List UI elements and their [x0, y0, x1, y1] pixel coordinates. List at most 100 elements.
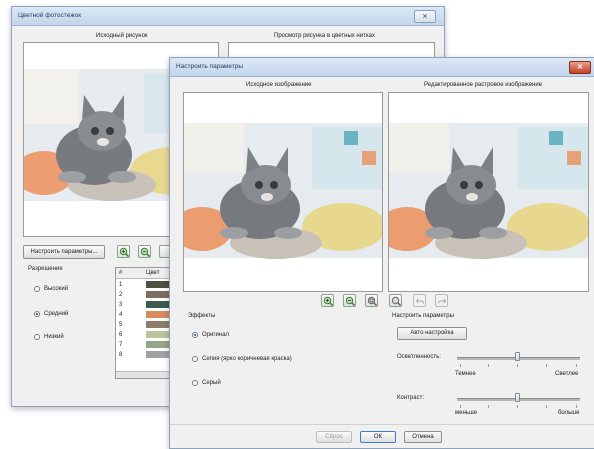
brightness-tick [488, 364, 489, 367]
main-zoom-in-button[interactable] [117, 245, 130, 258]
redo-icon [438, 298, 447, 304]
dialog-title: Настроить параметры [176, 63, 244, 70]
redo-button[interactable] [435, 294, 448, 307]
resolution-low-label: Низкий [44, 334, 64, 340]
effect-radio-sepia[interactable] [192, 356, 198, 362]
dialog-titlebar: Настроить параметры ✕ [170, 58, 594, 77]
resolution-medium-label: Средний [44, 311, 69, 317]
effect-gray-label: Серый [202, 380, 221, 386]
table-scrollbar[interactable] [116, 371, 176, 378]
close-button[interactable]: ⨯ [414, 10, 436, 23]
ok-button-label: ОК [373, 434, 383, 440]
original-image-header: Исходное изображение [246, 82, 312, 88]
cancel-button-label: Отмена [412, 434, 434, 440]
row-number: 1 [119, 282, 123, 288]
window-title: Цветной фотостежок [18, 12, 82, 19]
original-kitten-photo [184, 123, 382, 259]
thread-color-table: # Цвет 1 2 3 4 5 6 7 8 [115, 267, 177, 379]
close-icon: ✕ [577, 64, 583, 71]
row-number: 8 [119, 352, 123, 358]
table-row[interactable]: 3 [116, 300, 176, 310]
table-row[interactable]: 6 [116, 330, 176, 340]
contrast-tick [517, 405, 518, 408]
table-row[interactable]: 7 [116, 340, 176, 350]
contrast-tick [460, 405, 461, 408]
brightness-label: Осветленность: [397, 354, 441, 360]
thread-swatch [146, 301, 170, 308]
edited-image-panel [388, 92, 589, 292]
contrast-max-label: больше [558, 410, 580, 416]
close-icon: ⨯ [422, 13, 428, 20]
row-number: 7 [119, 342, 123, 348]
resolution-high-label: Высокий [44, 286, 69, 292]
thread-swatch [146, 291, 170, 298]
thread-swatch [146, 341, 170, 348]
table-row[interactable]: 8 [116, 350, 176, 360]
zoom-out-icon [140, 247, 150, 257]
zoom-fit-icon [367, 296, 377, 306]
cancel-button[interactable]: Отмена [404, 431, 442, 443]
row-number: 5 [119, 322, 123, 328]
contrast-label: Контраст: [397, 395, 424, 401]
edited-image-header: Редактированное растровое изображение [424, 82, 543, 88]
reset-button[interactable]: Сброс [316, 431, 352, 443]
table-row[interactable]: 4 [116, 310, 176, 320]
auto-adjust-button-label: Авто настройка [410, 330, 454, 336]
dialog-close-button[interactable]: ✕ [569, 61, 591, 74]
zoom-out-icon [345, 296, 355, 306]
contrast-tick [546, 405, 547, 408]
column-header-color: Цвет [146, 270, 160, 276]
reset-button-label: Сброс [325, 434, 343, 440]
zoom-actual-icon [391, 296, 401, 306]
row-number: 2 [119, 292, 123, 298]
zoom-actual-button[interactable] [389, 294, 402, 307]
photostitch-titlebar: Цветной фотостежок ⨯ [12, 7, 444, 26]
zoom-fit-button[interactable] [365, 294, 378, 307]
thread-swatch [146, 331, 170, 338]
thread-swatch [146, 311, 170, 318]
thread-swatch [146, 351, 170, 358]
brightness-tick [517, 364, 518, 367]
row-number: 6 [119, 332, 123, 338]
thread-preview-header: Просмотр рисунка в цветных нитках [274, 33, 375, 39]
adjust-settings-dialog: Настроить параметры ✕ Исходное изображен… [169, 57, 594, 449]
source-picture-header: Исходный рисунок [96, 33, 148, 39]
main-zoom-out-button[interactable] [138, 245, 151, 258]
effect-original-label: Оригинал [202, 332, 230, 338]
effects-label: Эффекты [188, 313, 216, 319]
resolution-label: Разрешение [28, 266, 63, 272]
table-row[interactable]: 5 [116, 320, 176, 330]
original-image-panel [183, 92, 383, 292]
edited-kitten-photo [389, 123, 588, 259]
undo-icon [415, 298, 424, 304]
settings-button-label: Настроить параметры... [30, 249, 98, 255]
brightness-max-label: Светлее [555, 371, 579, 377]
ok-button[interactable]: ОК [360, 431, 396, 443]
contrast-slider-thumb[interactable] [515, 393, 520, 402]
settings-button[interactable]: Настроить параметры... [23, 245, 105, 259]
brightness-tick [546, 364, 547, 367]
brightness-tick [460, 364, 461, 367]
auto-adjust-button[interactable]: Авто настройка [397, 327, 467, 340]
table-header: # Цвет [116, 268, 176, 279]
row-number: 4 [119, 312, 123, 318]
zoom-out-button[interactable] [343, 294, 356, 307]
thread-swatch [146, 281, 170, 288]
zoom-in-button[interactable] [321, 294, 334, 307]
table-row[interactable]: 1 [116, 280, 176, 290]
dialog-footer-divider [170, 424, 594, 425]
resolution-radio-medium[interactable] [34, 311, 40, 317]
brightness-min-label: Темнее [455, 371, 476, 377]
undo-button[interactable] [413, 294, 426, 307]
contrast-min-label: меньше [455, 410, 478, 416]
adjust-group-label: Настроить параметры [392, 313, 454, 319]
resolution-radio-low[interactable] [34, 334, 40, 340]
effect-radio-gray[interactable] [192, 380, 198, 386]
effect-radio-original[interactable] [192, 332, 198, 338]
zoom-in-icon [119, 247, 129, 257]
zoom-in-icon [323, 296, 333, 306]
resolution-radio-high[interactable] [34, 286, 40, 292]
brightness-slider-thumb[interactable] [515, 352, 520, 361]
contrast-tick [576, 405, 577, 408]
table-row[interactable]: 2 [116, 290, 176, 300]
